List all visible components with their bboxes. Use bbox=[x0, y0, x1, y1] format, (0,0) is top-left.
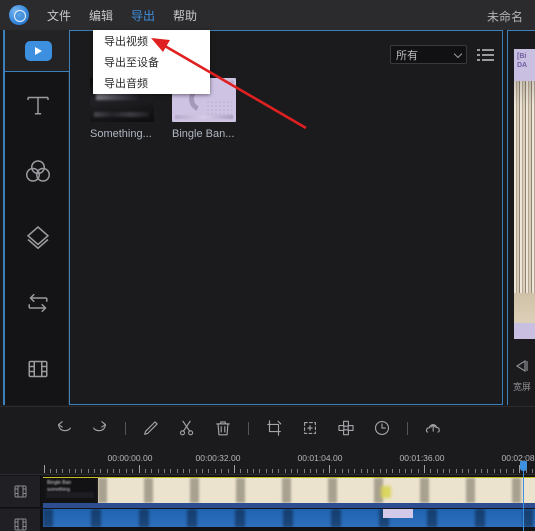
tool-rail bbox=[3, 30, 71, 405]
two-way-arrows-icon bbox=[28, 293, 48, 313]
sidebar-item-text[interactable] bbox=[5, 72, 71, 138]
timeline-clip[interactable] bbox=[43, 509, 535, 527]
document-title: 未命名 bbox=[486, 10, 523, 24]
toolbar-separator bbox=[407, 421, 408, 435]
menu-item-edit[interactable]: 编辑 bbox=[81, 3, 121, 28]
scissors-icon bbox=[179, 420, 194, 436]
thumb-filmstrip-decor bbox=[175, 115, 233, 119]
picture-in-picture-icon bbox=[304, 422, 316, 434]
pencil-icon bbox=[144, 421, 158, 435]
delete-button[interactable] bbox=[210, 415, 236, 441]
playhead[interactable] bbox=[520, 461, 527, 531]
crop-button[interactable] bbox=[261, 415, 287, 441]
media-play-chip-icon bbox=[24, 40, 52, 61]
overlapping-circles-icon bbox=[26, 160, 50, 182]
clock-speed-icon bbox=[374, 420, 390, 436]
ruler-tick-label: 00:00:32.00 bbox=[195, 453, 241, 463]
thumb-duration-tag: 00:00 bbox=[224, 80, 234, 84]
media-item-label: Something... bbox=[90, 128, 152, 140]
list-view-icon[interactable] bbox=[477, 48, 494, 62]
timeline: 00:00:00.00 00:00:32.00 00:01:04.00 00:0… bbox=[0, 449, 535, 531]
undo-arrow-icon bbox=[58, 421, 71, 432]
media-type-filter-select[interactable]: 所有 bbox=[390, 45, 467, 64]
clip-highlight-decor bbox=[383, 509, 413, 518]
preview-controls: 宽屏 bbox=[508, 360, 535, 393]
clip-audio-strip[interactable] bbox=[43, 503, 535, 508]
playhead-handle[interactable] bbox=[520, 461, 527, 471]
timeline-ruler[interactable]: 00:00:00.00 00:00:32.00 00:01:04.00 00:0… bbox=[0, 449, 535, 475]
sidebar-item-filters[interactable] bbox=[5, 138, 71, 204]
aspect-ratio-label: 宽屏 bbox=[512, 382, 531, 392]
preview-caption: [Bi DA bbox=[517, 53, 528, 69]
undo-button[interactable] bbox=[51, 415, 77, 441]
preview-frame-floor-decor bbox=[514, 293, 535, 323]
menu-item-help[interactable]: 帮助 bbox=[165, 3, 205, 28]
film-strip-icon bbox=[28, 360, 48, 378]
toolbar-separator bbox=[248, 421, 249, 435]
preview-video-frame bbox=[514, 81, 535, 293]
media-item-label: Bingle Ban... bbox=[172, 128, 235, 140]
chevron-down-icon bbox=[453, 49, 463, 59]
menu-bar: 文件 编辑 导出 帮助 未命名 bbox=[0, 0, 535, 30]
share-button[interactable] bbox=[420, 415, 446, 441]
play-reverse-icon[interactable] bbox=[514, 360, 530, 372]
menu-item-export[interactable]: 导出 bbox=[123, 3, 163, 28]
toolbar-separator bbox=[125, 421, 126, 435]
clip-thumbnail-strip bbox=[43, 509, 535, 527]
film-strip-icon bbox=[14, 485, 26, 498]
film-strip-icon bbox=[14, 518, 26, 531]
video-track-2[interactable] bbox=[41, 509, 535, 531]
menu-option-export-device[interactable]: 导出至设备 bbox=[93, 51, 210, 72]
clip-thumbnail-strip bbox=[98, 478, 535, 503]
track-header-2[interactable] bbox=[0, 509, 41, 531]
timeline-clip[interactable]: Bingle Ban something bbox=[43, 477, 535, 503]
mosaic-grid-icon bbox=[338, 420, 354, 436]
sidebar-item-transitions[interactable] bbox=[5, 270, 71, 336]
preview-stage[interactable]: [Bi DA bbox=[514, 49, 535, 339]
pip-button[interactable] bbox=[297, 415, 323, 441]
video-track-1[interactable]: Bingle Ban something bbox=[41, 476, 535, 508]
text-t-icon bbox=[27, 96, 49, 115]
track-header-1[interactable] bbox=[0, 476, 41, 508]
edit-button[interactable] bbox=[138, 415, 164, 441]
edit-toolbar bbox=[0, 406, 535, 449]
clip-waveform-decor bbox=[46, 492, 94, 498]
export-dropdown-menu: 导出视频 导出至设备 导出音频 bbox=[93, 30, 210, 94]
video-editor-window: 文件 编辑 导出 帮助 未命名 所有 Something... 00:00 Bi… bbox=[0, 0, 535, 531]
sidebar-item-elements[interactable] bbox=[5, 336, 71, 402]
ruler-tick-label: 00:01:36.00 bbox=[399, 453, 445, 463]
stacked-diamond-icon bbox=[26, 226, 50, 250]
ruler-tick-label: 00:01:04.00 bbox=[297, 453, 343, 463]
menu-option-export-audio[interactable]: 导出音频 bbox=[93, 73, 210, 94]
redo-arrow-icon bbox=[93, 421, 106, 432]
menu-item-file[interactable]: 文件 bbox=[39, 3, 79, 28]
film-reel-logo-icon bbox=[9, 5, 29, 25]
crop-icon bbox=[267, 420, 282, 436]
ruler-tick-label: 00:02:08.00 bbox=[501, 453, 535, 463]
sidebar-item-overlays[interactable] bbox=[5, 204, 71, 270]
sidebar-item-media[interactable] bbox=[5, 30, 71, 72]
media-type-filter-value: 所有 bbox=[396, 49, 418, 62]
trash-icon bbox=[216, 421, 230, 436]
split-button[interactable] bbox=[174, 415, 200, 441]
speed-button[interactable] bbox=[369, 415, 395, 441]
redo-button[interactable] bbox=[87, 415, 113, 441]
preview-panel: [Bi DA 宽屏 bbox=[507, 30, 535, 405]
clip-marker-decor bbox=[381, 486, 391, 498]
dot-texture-decor bbox=[206, 100, 232, 116]
mosaic-button[interactable] bbox=[333, 415, 359, 441]
menu-option-export-video[interactable]: 导出视频 bbox=[93, 30, 210, 51]
library-toolbar: 所有 bbox=[390, 45, 494, 64]
ruler-tick-label: 00:00:00.00 bbox=[107, 453, 153, 463]
share-upload-icon bbox=[425, 424, 440, 433]
